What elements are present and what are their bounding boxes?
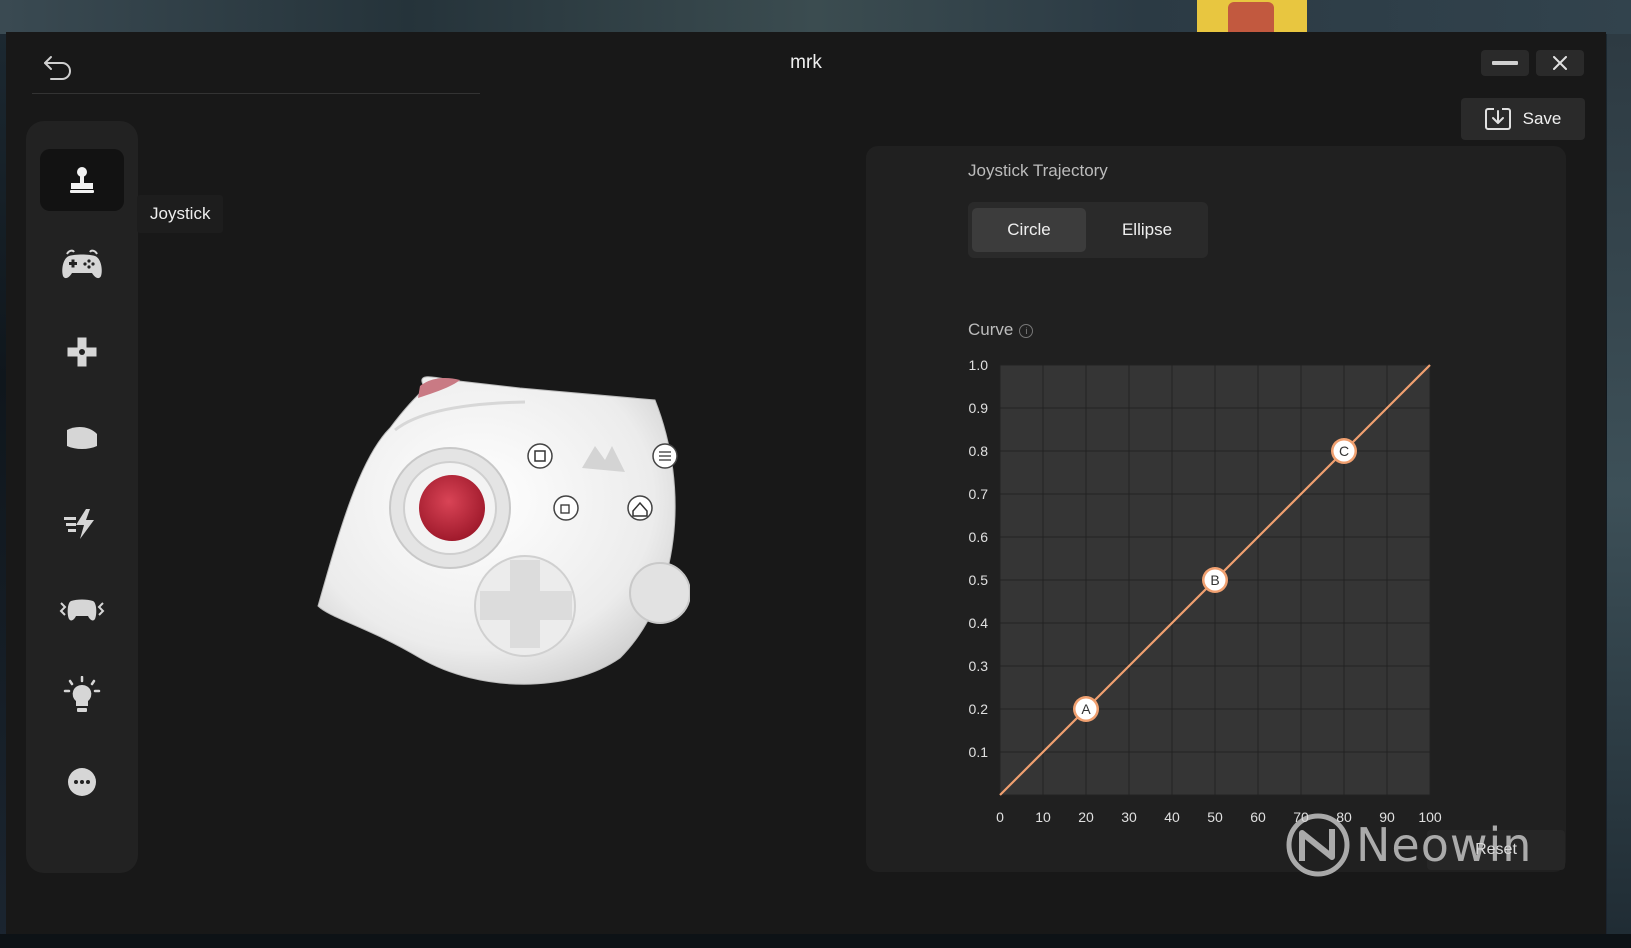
- y-tick-label: 0.4: [969, 615, 989, 631]
- x-tick-label: 70: [1293, 809, 1309, 825]
- reset-button[interactable]: Reset: [1427, 830, 1565, 870]
- sidebar: [26, 121, 138, 873]
- y-tick-label: 1.0: [969, 357, 989, 373]
- x-tick-label: 100: [1418, 809, 1442, 825]
- controller-image: [310, 348, 691, 703]
- close-button[interactable]: [1536, 50, 1584, 76]
- desktop-background-right: [1607, 34, 1631, 948]
- x-tick-label: 90: [1379, 809, 1395, 825]
- lighting-icon: [63, 676, 101, 712]
- sidebar-item-turbo[interactable]: [40, 493, 124, 555]
- x-tick-label: 60: [1250, 809, 1266, 825]
- window-title: mrk: [790, 52, 822, 73]
- save-icon: [1484, 108, 1511, 130]
- x-tick-label: 50: [1207, 809, 1223, 825]
- curve-point-c[interactable]: C: [1331, 438, 1357, 464]
- trajectory-option-ellipse[interactable]: Ellipse: [1090, 208, 1204, 252]
- sidebar-item-buttons[interactable]: [40, 235, 124, 297]
- x-tick-label: 80: [1336, 809, 1352, 825]
- sidebar-item-lighting[interactable]: [40, 665, 124, 727]
- sidebar-item-dpad[interactable]: [40, 321, 124, 383]
- turbo-icon: [64, 509, 94, 539]
- y-tick-label: 0.3: [969, 658, 989, 674]
- y-tick-label: 0.5: [969, 572, 989, 588]
- info-icon[interactable]: i: [1019, 324, 1034, 338]
- background-poster-art: [1228, 2, 1274, 32]
- curve-point-label: B: [1210, 572, 1219, 588]
- x-tick-label: 40: [1164, 809, 1180, 825]
- sidebar-tooltip: Joystick: [137, 195, 224, 233]
- sidebar-item-more[interactable]: [40, 751, 124, 813]
- x-tick-label: 0: [996, 809, 1004, 825]
- desktop-background: [0, 0, 1631, 34]
- curve-label: Curve: [968, 320, 1014, 339]
- gamepad-icon: [62, 249, 102, 279]
- curve-point-a[interactable]: A: [1073, 696, 1099, 722]
- title-divider: [32, 93, 480, 94]
- trajectory-selector: Circle Ellipse: [968, 202, 1208, 258]
- y-tick-label: 0.6: [969, 529, 989, 545]
- y-tick-label: 0.8: [969, 443, 989, 459]
- curve-point-label: A: [1081, 701, 1091, 717]
- minimize-icon: [1492, 61, 1518, 65]
- minimize-button[interactable]: [1481, 50, 1529, 76]
- curve-chart[interactable]: 0.1 0.2 0.3 0.4 0.5 0.6 0.7 0.8 0.9 1.0 0 10 20 30 40…: [960, 355, 1460, 835]
- save-button[interactable]: Save: [1461, 98, 1585, 140]
- close-icon: [1553, 56, 1567, 70]
- curve-point-label: C: [1339, 443, 1349, 459]
- save-label: Save: [1522, 109, 1562, 128]
- curve-label-row: Curve i: [968, 320, 1034, 340]
- curve-point-b[interactable]: B: [1202, 567, 1228, 593]
- trajectory-option-circle[interactable]: Circle: [972, 208, 1086, 252]
- y-tick-label: 0.2: [969, 701, 989, 717]
- x-tick-label: 20: [1078, 809, 1094, 825]
- vibration-icon: [59, 599, 105, 621]
- sidebar-item-vibration[interactable]: [40, 579, 124, 641]
- desktop-background-bottom: [0, 934, 1631, 948]
- x-tick-label: 30: [1121, 809, 1137, 825]
- y-tick-label: 0.7: [969, 486, 989, 502]
- x-tick-label: 10: [1035, 809, 1051, 825]
- trajectory-label: Joystick Trajectory: [968, 161, 1108, 180]
- y-tick-label: 0.9: [969, 400, 989, 416]
- more-icon: [68, 768, 96, 796]
- y-tick-label: 0.1: [969, 744, 989, 760]
- sidebar-item-joystick[interactable]: [40, 149, 124, 211]
- sidebar-item-triggers[interactable]: [40, 407, 124, 469]
- joystick-icon: [70, 167, 94, 193]
- trigger-icon: [67, 426, 97, 449]
- dpad-icon: [66, 336, 98, 368]
